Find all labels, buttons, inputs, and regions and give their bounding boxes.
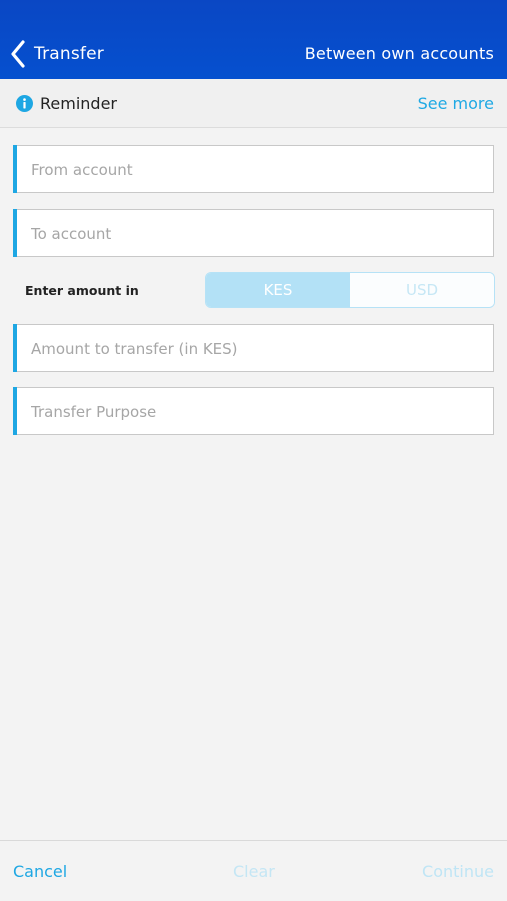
footer-bar: Cancel Clear Continue (0, 840, 507, 901)
clear-button[interactable]: Clear (233, 862, 275, 881)
see-more-link[interactable]: See more (418, 94, 494, 113)
continue-button[interactable]: Continue (422, 862, 494, 881)
transfer-purpose-field[interactable] (13, 387, 494, 436)
page-title: Between own accounts (304, 44, 494, 63)
currency-option-kes[interactable]: KES (206, 273, 350, 307)
amount-input[interactable] (29, 325, 473, 373)
reminder-bar: Reminder See more (0, 79, 507, 128)
to-account-input[interactable] (29, 210, 473, 258)
chevron-left-icon (11, 40, 25, 68)
amount-field[interactable] (13, 324, 494, 373)
from-account-input[interactable] (29, 146, 473, 194)
reminder-label: Reminder (40, 94, 117, 113)
info-icon (16, 95, 33, 112)
cancel-button[interactable]: Cancel (13, 862, 67, 881)
transfer-purpose-input[interactable] (29, 388, 473, 436)
back-button[interactable]: Transfer (10, 36, 104, 72)
amount-currency-label: Enter amount in (25, 283, 139, 298)
app-header: Transfer Between own accounts (0, 0, 507, 79)
from-account-field[interactable] (13, 145, 494, 194)
currency-segmented-control: KES USD (205, 272, 495, 308)
to-account-field[interactable] (13, 209, 494, 258)
currency-option-usd[interactable]: USD (350, 273, 494, 307)
back-label: Transfer (34, 44, 104, 64)
